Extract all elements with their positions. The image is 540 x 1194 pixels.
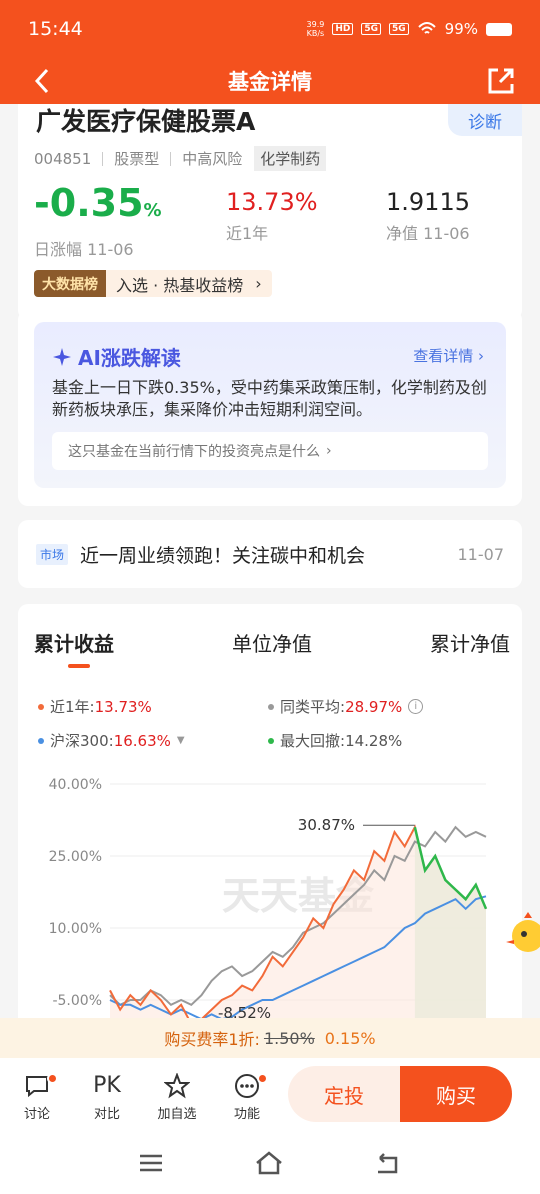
fund-tags: 004851 股票型 中高风险 化学制药 bbox=[34, 146, 327, 171]
menu-icon[interactable] bbox=[138, 1153, 164, 1173]
fund-name: 广发医疗保健股票A bbox=[36, 107, 256, 136]
legend-peer: 同类平均: 28.97% i bbox=[268, 696, 424, 717]
fund-area bbox=[110, 827, 486, 1024]
compare-button[interactable]: PK 对比 bbox=[74, 1069, 140, 1122]
nav-bar: 基金详情 bbox=[0, 58, 540, 104]
chart-tabs: 累计收益 单位净值 累计净值 bbox=[34, 628, 510, 657]
year-return-label: 近1年 bbox=[226, 224, 269, 243]
ai-analysis-panel: AI涨跌解读 查看详情 › 基金上一日下跌0.35%，受中药集采政策压制，化学制… bbox=[34, 322, 506, 488]
star-icon bbox=[164, 1069, 190, 1103]
legend-dot bbox=[38, 737, 44, 744]
y-tick-label: 10.00% bbox=[49, 921, 102, 937]
more-dots-icon bbox=[234, 1069, 260, 1103]
tab-unit-nav[interactable]: 单位净值 bbox=[232, 628, 312, 657]
discuss-button[interactable]: 讨论 bbox=[4, 1069, 70, 1122]
notification-dot bbox=[47, 1072, 58, 1084]
chat-icon bbox=[24, 1069, 50, 1103]
fund-type: 股票型 bbox=[114, 150, 160, 168]
tab-cumulative-nav[interactable]: 累计净值 bbox=[430, 628, 510, 657]
legend-drawdown: 最大回撤: 14.28% bbox=[268, 730, 402, 751]
divider bbox=[170, 151, 172, 166]
status-time: 15:44 bbox=[28, 18, 83, 40]
home-icon[interactable] bbox=[254, 1151, 284, 1175]
year-return-stat: 13.73% 近1年 bbox=[226, 188, 318, 244]
sparkle-icon bbox=[53, 347, 71, 366]
legend-dot bbox=[268, 737, 274, 744]
year-return-value: 13.73% bbox=[226, 188, 318, 216]
status-bar: 15:44 39.9 KB/s HD 5G 5G 99% bbox=[0, 0, 540, 58]
mascot-icon[interactable] bbox=[504, 910, 540, 958]
battery-percent: 99% bbox=[444, 20, 478, 38]
bottom-toolbar: 讨论 PK 对比 加自选 功能 定投 购买 bbox=[0, 1058, 540, 1132]
legend-dot bbox=[268, 703, 274, 710]
wifi-icon bbox=[417, 22, 436, 34]
ai-title: AI涨跌解读 bbox=[52, 342, 181, 371]
diagnose-button[interactable]: 诊断 bbox=[448, 104, 522, 136]
y-tick-label: -5.00% bbox=[52, 993, 102, 1009]
ai-more-link[interactable]: 查看详情 › bbox=[413, 345, 484, 366]
daily-change-stat: -0.35% 日涨幅 11-06 bbox=[34, 182, 162, 260]
chevron-right-icon: › bbox=[326, 443, 332, 459]
status-icons: 39.9 KB/s HD 5G 5G 99% bbox=[307, 20, 512, 38]
legend-index[interactable]: 沪深300: 16.63% ▼ bbox=[38, 730, 185, 751]
nav-stat: 1.9115 净值 11-06 bbox=[386, 188, 470, 244]
caret-down-icon: ▼ bbox=[176, 735, 185, 746]
chevron-right-icon: › bbox=[255, 274, 262, 293]
tab-cumulative-return[interactable]: 累计收益 bbox=[34, 628, 114, 657]
promo-old-fee: 1.50% bbox=[263, 1028, 315, 1048]
daily-change-value: -0.35% bbox=[34, 181, 162, 225]
tab-underline bbox=[68, 664, 90, 668]
divider bbox=[102, 151, 104, 166]
dca-button[interactable]: 定投 bbox=[288, 1066, 400, 1122]
news-date: 11-07 bbox=[457, 544, 505, 564]
back-nav-icon[interactable] bbox=[374, 1152, 402, 1174]
buy-button[interactable]: 购买 bbox=[400, 1066, 512, 1122]
fund-risk: 中高风险 bbox=[182, 150, 243, 168]
nav-value: 1.9115 bbox=[386, 188, 470, 216]
info-icon[interactable]: i bbox=[408, 699, 424, 714]
ai-analysis-card: AI涨跌解读 查看详情 › 基金上一日下跌0.35%，受中药集采政策压制，化学制… bbox=[18, 310, 522, 506]
fund-header-card: 广发医疗保健股票A 诊断 004851 股票型 中高风险 化学制药 -0.35%… bbox=[18, 104, 522, 320]
network-speed: 39.9 KB/s bbox=[306, 20, 325, 38]
news-item[interactable]: 市场 近一周业绩领跑！关注碳中和机会 11-07 bbox=[18, 520, 522, 588]
chart-card: 累计收益 单位净值 累计净值 近1年: 13.73% 同类平均: 28.97% i … bbox=[18, 604, 522, 1024]
rank-banner[interactable]: 大数据榜 入选 · 热基收益榜 › bbox=[34, 270, 272, 297]
promo-label: 购买费率1折: bbox=[164, 1030, 260, 1049]
y-tick-label: 40.00% bbox=[49, 777, 102, 793]
promo-new-fee: 0.15% bbox=[324, 1028, 376, 1048]
sector-tag[interactable]: 化学制药 bbox=[254, 146, 327, 171]
pk-icon: PK bbox=[93, 1073, 121, 1098]
news-tag: 市场 bbox=[36, 543, 69, 565]
legend-dot bbox=[38, 703, 44, 710]
rank-badge: 大数据榜 bbox=[34, 270, 106, 297]
daily-change-label: 日涨幅 11-06 bbox=[34, 240, 134, 259]
nav-label: 净值 11-06 bbox=[386, 224, 470, 243]
system-nav-bar bbox=[0, 1132, 540, 1194]
fee-promo-bar: 购买费率1折: 1.50% 0.15% bbox=[0, 1018, 540, 1058]
y-tick-label: 25.00% bbox=[49, 849, 102, 865]
news-title: 近一周业绩领跑！关注碳中和机会 bbox=[80, 544, 366, 567]
ai-question-chip[interactable]: 这只基金在当前行情下的投资亮点是什么 › bbox=[52, 432, 488, 470]
more-functions-button[interactable]: 功能 bbox=[214, 1069, 280, 1122]
ai-summary-text: 基金上一日下跌0.35%，受中药集采政策压制，化学制药及创新药板块承压，集采降价… bbox=[52, 378, 487, 419]
share-icon[interactable] bbox=[486, 66, 516, 96]
page-title: 基金详情 bbox=[228, 70, 312, 94]
rank-text: 入选 · 热基收益榜 › bbox=[106, 270, 272, 297]
fund-code: 004851 bbox=[34, 149, 92, 168]
signal-icon: 5G bbox=[361, 23, 381, 35]
notification-dot bbox=[257, 1072, 268, 1084]
add-watchlist-button[interactable]: 加自选 bbox=[144, 1069, 210, 1122]
hd-icon: HD bbox=[332, 23, 354, 35]
return-line-chart[interactable]: 40.00%25.00%10.00%-5.00%天天基金30.87%-8.52% bbox=[18, 774, 522, 1024]
battery-icon bbox=[486, 22, 512, 36]
annotation-max: 30.87% bbox=[298, 816, 355, 834]
back-icon[interactable] bbox=[28, 66, 58, 96]
signal-icon-2: 5G bbox=[389, 23, 409, 35]
legend-fund: 近1年: 13.73% bbox=[38, 696, 152, 717]
